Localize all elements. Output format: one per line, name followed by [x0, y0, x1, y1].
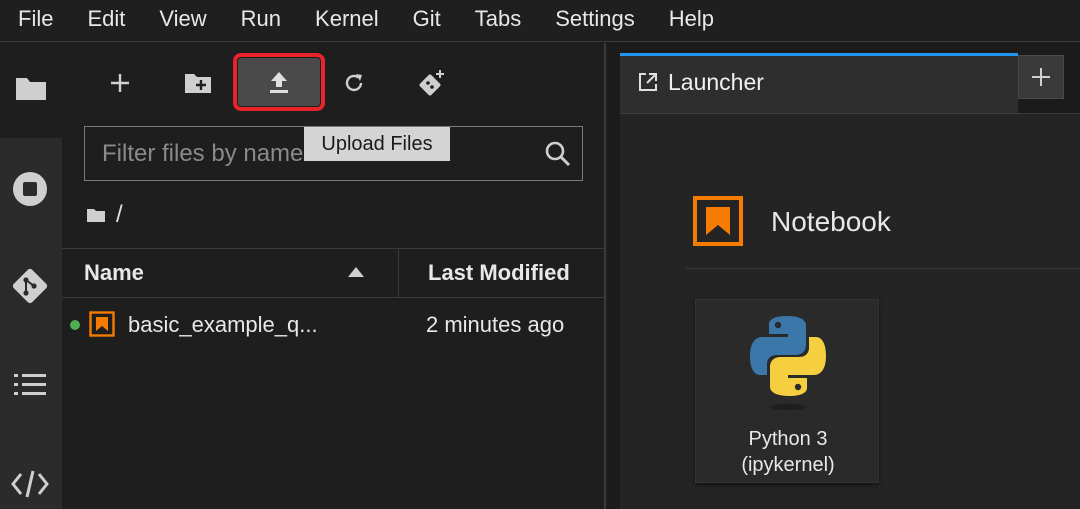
- column-last-modified[interactable]: Last Modified: [428, 249, 570, 297]
- menu-edit[interactable]: Edit: [70, 0, 142, 42]
- upload-icon: [270, 72, 288, 93]
- activity-bar: [0, 43, 62, 509]
- stop-circle-icon: [13, 172, 47, 206]
- upload-files-tooltip: Upload Files: [304, 127, 450, 161]
- tab-label: Launcher: [668, 69, 764, 95]
- file-browser-tab[interactable]: [0, 43, 62, 138]
- file-last-modified: 2 minutes ago: [426, 312, 565, 337]
- search-icon: [545, 141, 571, 167]
- section-divider: [686, 268, 1080, 269]
- kernel-label: Python 3 (ipykernel): [696, 426, 880, 478]
- git-clone-button[interactable]: [390, 57, 472, 109]
- git-tab[interactable]: [0, 256, 60, 316]
- notebook-icon: [89, 311, 115, 337]
- git-clone-icon: [419, 70, 444, 96]
- file-name: basic_example_q...: [128, 312, 318, 337]
- refresh-icon: [345, 74, 363, 92]
- running-status-dot: [70, 320, 80, 330]
- main-area: Launcher Notebook Python 3 (ipykernel): [608, 43, 1080, 509]
- refresh-button[interactable]: [313, 57, 395, 109]
- notebook-icon: [693, 196, 743, 246]
- new-tab-button[interactable]: [1018, 55, 1064, 99]
- kernel-name: Python 3: [748, 428, 828, 450]
- section-title-notebook: Notebook: [771, 206, 891, 237]
- plus-icon: [111, 74, 129, 92]
- list-icon: [14, 374, 46, 395]
- code-icon: [11, 470, 49, 498]
- column-divider[interactable]: [398, 249, 399, 297]
- kernel-type: (ipykernel): [741, 454, 835, 476]
- file-browser-panel: Upload Files / Name Last Modified basic_…: [62, 43, 606, 509]
- running-tab[interactable]: [0, 159, 60, 219]
- launcher-icon: [639, 73, 657, 91]
- upload-files-button[interactable]: [238, 58, 320, 106]
- new-folder-icon: [185, 74, 211, 93]
- menu-view[interactable]: View: [142, 0, 223, 42]
- column-name[interactable]: Name: [84, 249, 144, 297]
- menu-kernel[interactable]: Kernel: [298, 0, 396, 42]
- menu-run[interactable]: Run: [224, 0, 298, 42]
- sort-ascending-icon: [348, 267, 364, 277]
- menu-bar: File Edit View Run Kernel Git Tabs Setti…: [0, 0, 1080, 42]
- tab-launcher[interactable]: Launcher: [620, 53, 1018, 113]
- file-row[interactable]: basic_example_q... 2 minutes ago: [62, 299, 606, 351]
- folder-icon: [16, 78, 46, 100]
- file-list-header: Name Last Modified: [62, 248, 606, 298]
- new-folder-button[interactable]: [157, 57, 239, 109]
- plus-icon: [1032, 68, 1050, 86]
- new-launcher-button[interactable]: [79, 57, 161, 109]
- menu-tabs[interactable]: Tabs: [458, 0, 538, 42]
- extensions-tab[interactable]: [0, 454, 60, 509]
- menu-help[interactable]: Help: [652, 0, 731, 42]
- breadcrumb: /: [86, 200, 123, 230]
- menu-git[interactable]: Git: [396, 0, 458, 42]
- launcher-panel: Notebook Python 3 (ipykernel): [620, 114, 1080, 509]
- table-of-contents-tab[interactable]: [0, 355, 60, 415]
- git-icon: [12, 268, 48, 304]
- menu-file[interactable]: File: [0, 0, 70, 42]
- python3-kernel-card[interactable]: Python 3 (ipykernel): [695, 299, 879, 483]
- python-logo-icon: [750, 316, 826, 410]
- folder-icon[interactable]: [86, 207, 106, 223]
- menu-settings[interactable]: Settings: [538, 0, 652, 42]
- breadcrumb-root[interactable]: /: [116, 201, 123, 229]
